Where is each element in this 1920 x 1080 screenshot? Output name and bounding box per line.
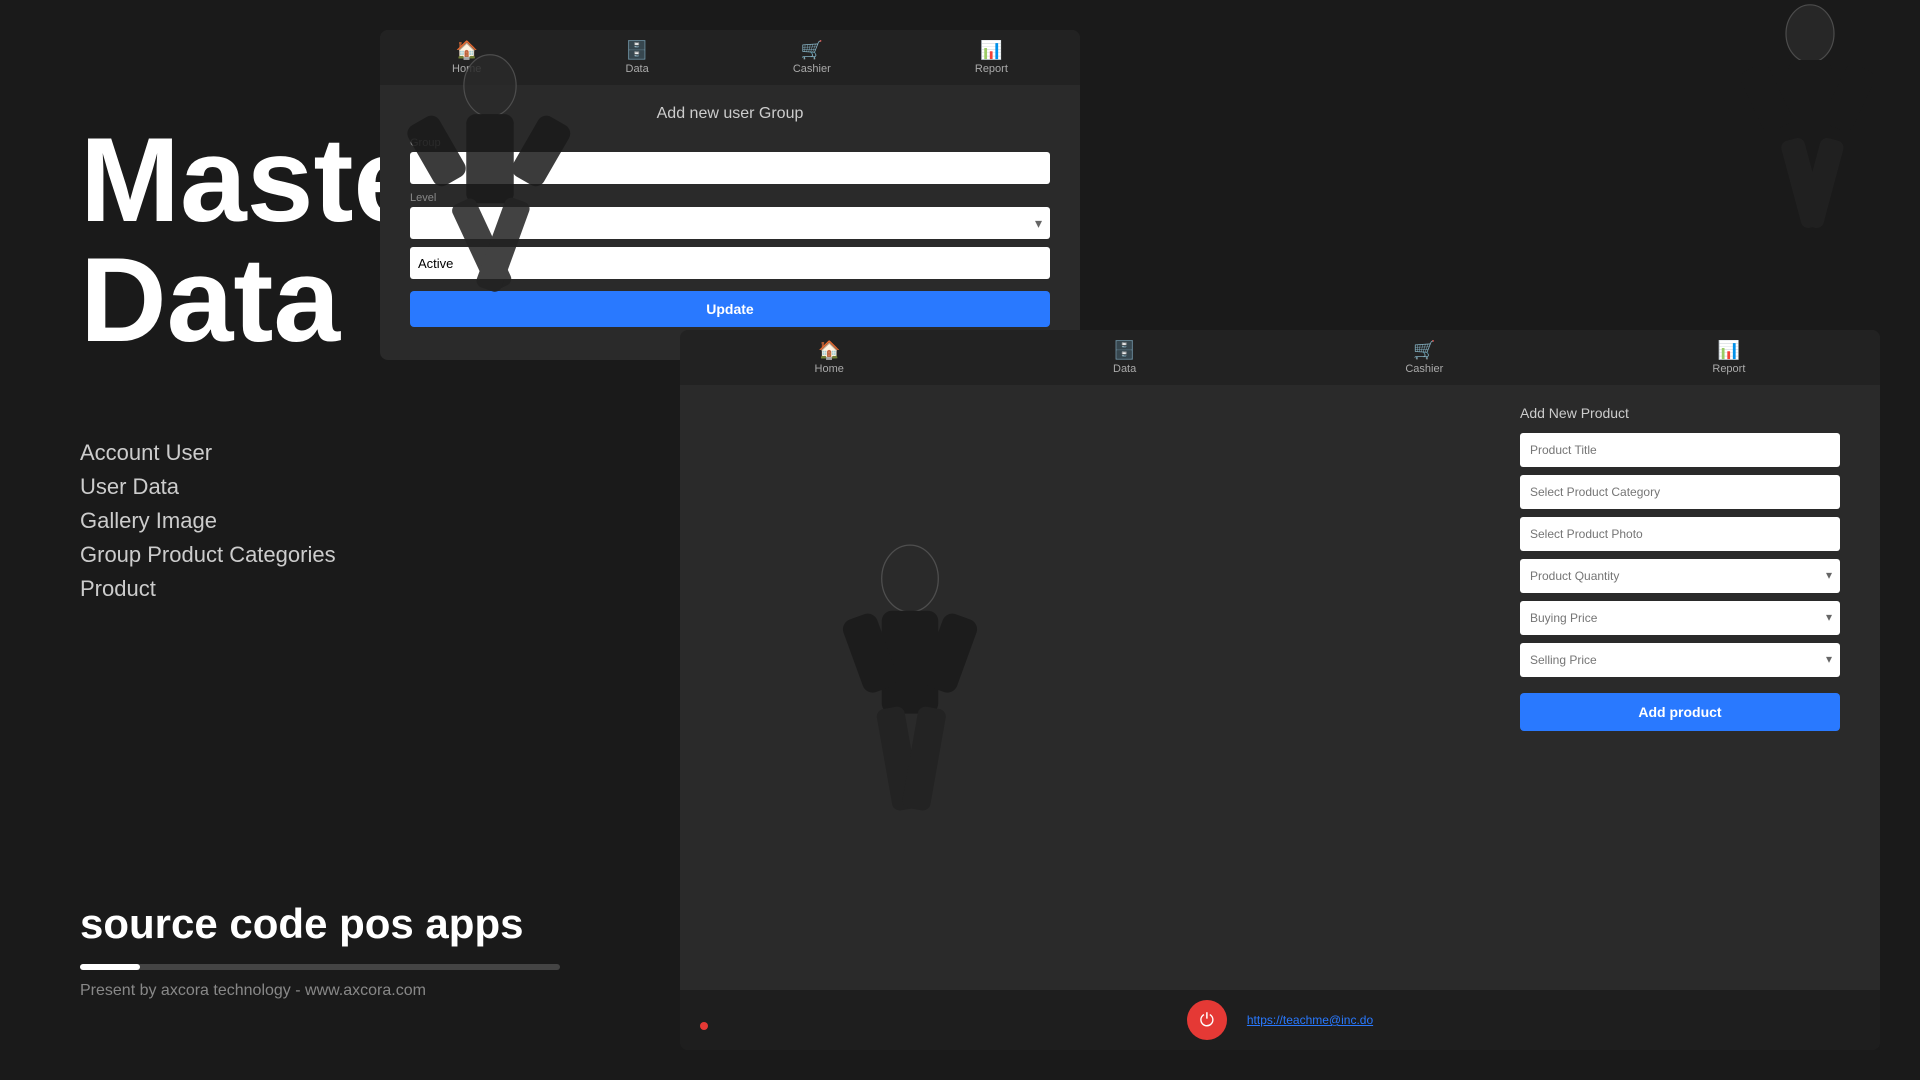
selling-price-input[interactable] xyxy=(1520,643,1840,677)
dancer-left-figure xyxy=(370,50,610,430)
website-link[interactable]: https://teachme@inc.do xyxy=(1247,1013,1373,1027)
data-icon-bottom: 🗄️ xyxy=(1113,340,1135,361)
report-label: Report xyxy=(975,63,1008,75)
bottom-bar: ⏻ https://teachme@inc.do xyxy=(680,990,1880,1050)
buying-price-container: ▾ xyxy=(1520,601,1840,643)
nav-data-top[interactable]: 🗄️ Data xyxy=(626,40,649,75)
data-label: Data xyxy=(626,63,649,75)
nav-data-bottom[interactable]: 🗄️ Data xyxy=(1113,340,1136,375)
home-label-bottom: Home xyxy=(815,363,844,375)
nav-home-bottom[interactable]: 🏠 Home xyxy=(815,340,844,375)
buying-price-input[interactable] xyxy=(1520,601,1840,635)
nav-cashier-top[interactable]: 🛒 Cashier xyxy=(793,40,831,75)
data-label-bottom: Data xyxy=(1113,363,1136,375)
nav-report-top[interactable]: 📊 Report xyxy=(975,40,1008,75)
dropdown-icon-level: ▾ xyxy=(1035,215,1042,232)
cashier-label: Cashier xyxy=(793,63,831,75)
data-icon: 🗄️ xyxy=(626,40,648,61)
quantity-container: ▾ xyxy=(1520,559,1840,601)
select-category-input[interactable] xyxy=(1520,475,1840,509)
add-product-form: Add New Product ▾ ▾ ▾ Add product xyxy=(1500,385,1860,751)
cashier-label-bottom: Cashier xyxy=(1405,363,1443,375)
report-label-bottom: Report xyxy=(1712,363,1745,375)
status-dot xyxy=(700,1022,708,1030)
select-photo-input[interactable] xyxy=(1520,517,1840,551)
power-button[interactable]: ⏻ xyxy=(1187,1000,1227,1040)
cashier-icon: 🛒 xyxy=(801,40,823,61)
right-panel: 🏠 Home 🗄️ Data 🛒 Cashier 📊 Report Add ne… xyxy=(380,0,1920,1080)
dancer-bottom-figure xyxy=(760,540,1060,990)
selling-price-container: ▾ xyxy=(1520,643,1840,685)
nav-cashier-bottom[interactable]: 🛒 Cashier xyxy=(1405,340,1443,375)
screenshot-add-product: 🏠 Home 🗄️ Data 🛒 Cashier 📊 Report Add Ne… xyxy=(680,330,1880,1050)
dropdown-icon-buying: ▾ xyxy=(1826,610,1832,624)
home-icon-bottom: 🏠 xyxy=(818,340,840,361)
add-product-title: Add New Product xyxy=(1520,405,1840,421)
cashier-icon-bottom: 🛒 xyxy=(1413,340,1435,361)
dropdown-icon-selling: ▾ xyxy=(1826,652,1832,666)
report-icon: 📊 xyxy=(980,40,1002,61)
progress-bar-fill xyxy=(80,964,140,970)
product-title-input[interactable] xyxy=(1520,433,1840,467)
product-quantity-input[interactable] xyxy=(1520,559,1840,593)
dancer-right-figure xyxy=(1700,0,1920,360)
dropdown-icon-quantity: ▾ xyxy=(1826,568,1832,582)
add-product-button[interactable]: Add product xyxy=(1520,693,1840,731)
